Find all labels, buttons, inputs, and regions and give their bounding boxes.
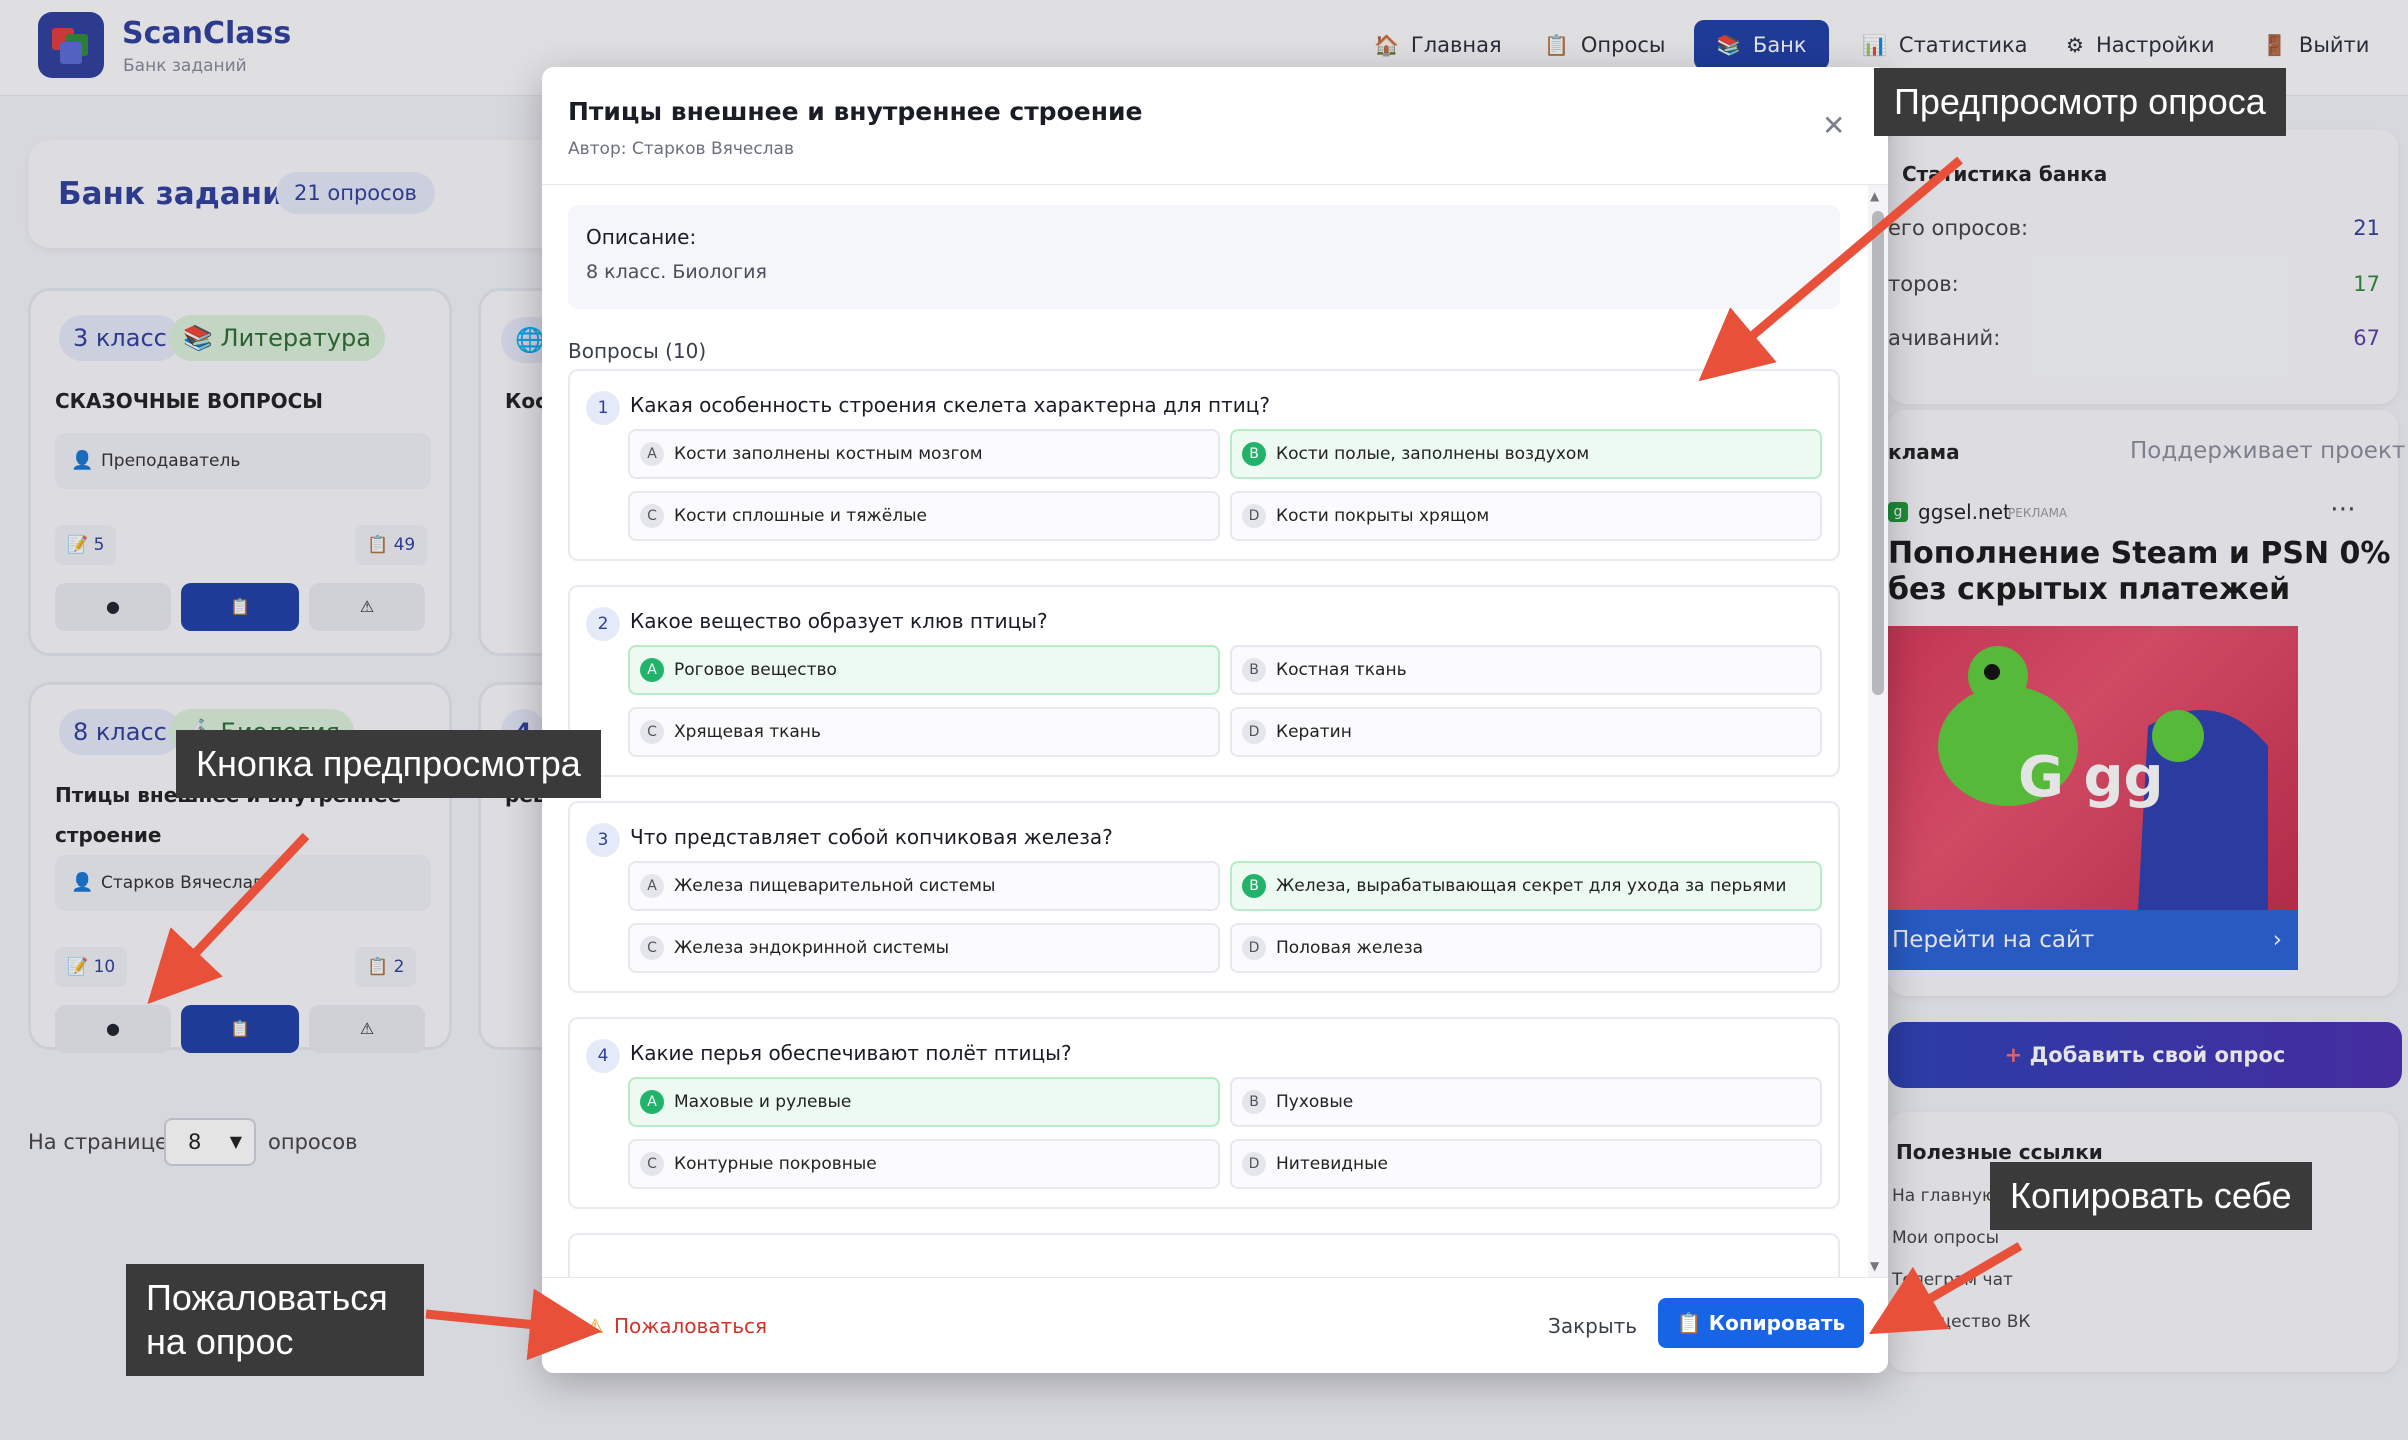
arrow-report bbox=[425, 1288, 602, 1361]
annotation-preview-button: Кнопка предпросмотра bbox=[176, 730, 601, 798]
annotation-preview: Предпросмотр опроса bbox=[1874, 68, 2286, 136]
annotation-report-line2: на опрос bbox=[146, 1321, 294, 1362]
annotation-report-line1: Пожаловаться bbox=[146, 1277, 388, 1318]
arrow-preview bbox=[1698, 156, 1963, 382]
annotation-copy: Копировать себе bbox=[1990, 1162, 2312, 1230]
annotation-report: Пожаловаться на опрос bbox=[126, 1264, 424, 1376]
arrow-copy bbox=[1868, 1242, 2023, 1335]
arrow-preview-button bbox=[147, 832, 310, 1005]
